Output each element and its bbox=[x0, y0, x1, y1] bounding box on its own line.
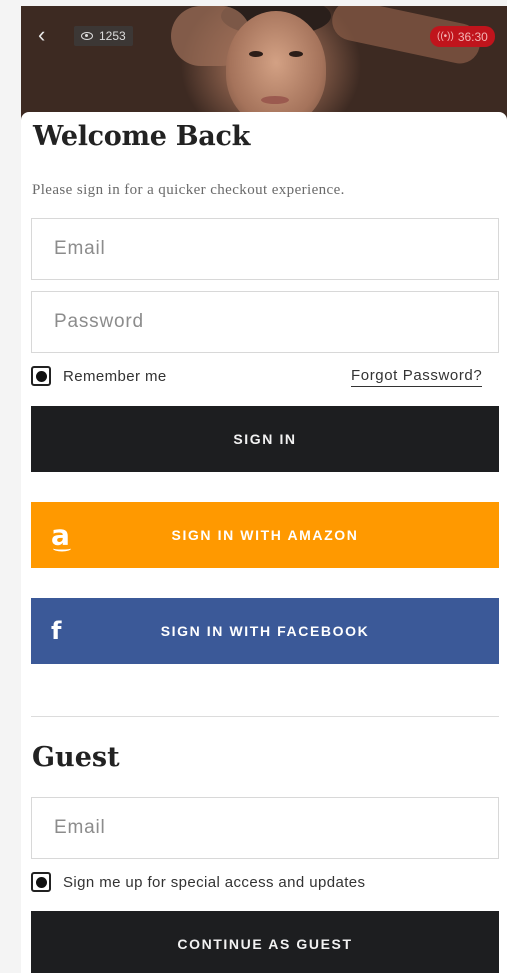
eye-icon bbox=[81, 32, 93, 40]
welcome-title: Welcome Back bbox=[33, 121, 251, 152]
continue-as-guest-label: CONTINUE AS GUEST bbox=[177, 936, 353, 952]
guest-email-field[interactable] bbox=[31, 797, 499, 859]
amazon-sign-in-button[interactable]: a SIGN IN WITH AMAZON bbox=[31, 502, 499, 568]
live-timer-badge: ((•)) 36:30 bbox=[430, 26, 495, 47]
sign-in-button-label: SIGN IN bbox=[233, 431, 297, 447]
guest-title: Guest bbox=[32, 742, 120, 773]
remember-me-row[interactable]: Remember me bbox=[31, 366, 167, 386]
remember-me-checkbox[interactable] bbox=[31, 366, 51, 386]
sign-in-subtitle: Please sign in for a quicker checkout ex… bbox=[32, 182, 345, 198]
sign-in-button[interactable]: SIGN IN bbox=[31, 406, 499, 472]
facebook-button-label: SIGN IN WITH FACEBOOK bbox=[160, 623, 370, 639]
facebook-sign-in-button[interactable]: f SIGN IN WITH FACEBOOK bbox=[31, 598, 499, 664]
updates-signup-row[interactable]: Sign me up for special access and update… bbox=[31, 872, 365, 892]
updates-signup-label: Sign me up for special access and update… bbox=[63, 873, 366, 891]
live-timer: 36:30 bbox=[457, 29, 488, 44]
sign-in-sheet: Welcome Back Please sign in for a quicke… bbox=[21, 112, 507, 973]
continue-as-guest-button[interactable]: CONTINUE AS GUEST bbox=[31, 911, 499, 973]
checked-dot-icon bbox=[35, 370, 47, 382]
facebook-logo-icon: f bbox=[51, 617, 64, 645]
checked-dot-icon bbox=[35, 876, 47, 888]
view-count-badge: 1253 bbox=[74, 26, 133, 46]
amazon-logo-icon: a bbox=[51, 518, 72, 552]
sign-in-email-field[interactable] bbox=[31, 218, 499, 280]
section-divider bbox=[31, 716, 499, 717]
back-chevron-icon[interactable]: ‹ bbox=[38, 24, 56, 46]
app-screen: ‹ 1253 ((•)) 36:30 Welcome Back Please s… bbox=[21, 6, 507, 973]
broadcast-icon: ((•)) bbox=[437, 31, 454, 42]
amazon-button-label: SIGN IN WITH AMAZON bbox=[171, 527, 359, 543]
remember-me-label: Remember me bbox=[63, 367, 167, 385]
updates-signup-checkbox[interactable] bbox=[31, 872, 51, 892]
live-video-preview[interactable]: ‹ 1253 ((•)) 36:30 bbox=[21, 6, 507, 128]
sign-in-password-field[interactable] bbox=[31, 291, 499, 353]
forgot-password-link[interactable]: Forgot Password? bbox=[351, 367, 483, 387]
view-count: 1253 bbox=[99, 29, 126, 43]
